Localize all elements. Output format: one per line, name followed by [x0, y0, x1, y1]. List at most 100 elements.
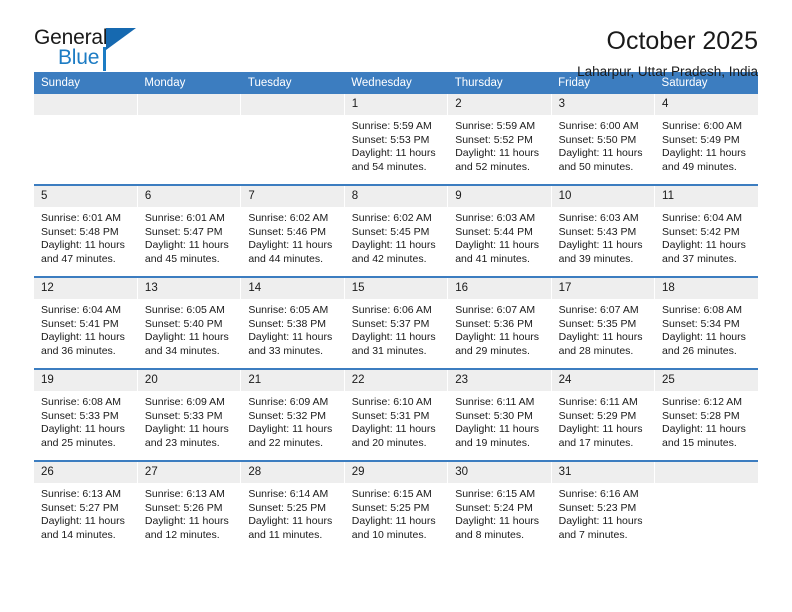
daylight-text-line1: Daylight: 11 hours: [662, 423, 746, 435]
daylight-text-line2: and 37 minutes.: [662, 252, 737, 265]
sunset-text: Sunset: 5:42 PM: [662, 225, 740, 238]
daylight-text-line1: Daylight: 11 hours: [558, 515, 643, 527]
daylight-text-line1: Daylight: 11 hours: [248, 423, 333, 435]
calendar-day-cell[interactable]: 6 Sunrise: 6:01 AM Sunset: 5:47 PM Daylight…: [136, 184, 241, 277]
day-details: Sunrise: 6:03 AM Sunset: 5:43 PM Daylight:…: [552, 207, 654, 266]
calendar-week-row: 12 Sunrise: 6:04 AM Sunset: 5:41 PM Dayligh…: [34, 276, 758, 369]
calendar-day-cell[interactable]: 4 Sunrise: 6:00 AM Sunset: 5:49 PM Daylight…: [654, 94, 758, 185]
calendar-day-cell[interactable]: 2 Sunrise: 5:59 AM Sunset: 5:52 PM Daylight…: [447, 94, 552, 185]
daylight-text-line1: Daylight: 11 hours: [41, 423, 125, 435]
day-number: 1: [344, 94, 448, 115]
weekday-header-wednesday: Wednesday: [344, 72, 448, 94]
calendar-day-cell[interactable]: 22 Sunrise: 6:10 AM Sunset: 5:31 PM Dayligh…: [343, 368, 448, 461]
calendar-day-cell[interactable]: 28 Sunrise: 6:14 AM Sunset: 5:25 PM Dayligh…: [240, 460, 345, 552]
day-details: Sunrise: 6:02 AM Sunset: 5:46 PM Daylight:…: [241, 207, 343, 266]
calendar-cell-inner: 6 Sunrise: 6:01 AM Sunset: 5:47 PM Daylight…: [137, 186, 241, 276]
daylight-text-line2: and 20 minutes.: [351, 436, 427, 449]
day-details: Sunrise: 6:08 AM Sunset: 5:33 PM Daylight:…: [34, 391, 137, 450]
sunrise-text: Sunrise: 6:05 AM: [144, 304, 225, 316]
calendar-day-cell[interactable]: 21 Sunrise: 6:09 AM Sunset: 5:32 PM Dayligh…: [240, 368, 345, 461]
sunset-text: Sunset: 5:41 PM: [41, 317, 119, 330]
sunset-text: Sunset: 5:36 PM: [455, 317, 533, 330]
day-details: Sunrise: 5:59 AM Sunset: 5:53 PM Daylight:…: [345, 115, 447, 174]
calendar-cell-inner: 28 Sunrise: 6:14 AM Sunset: 5:25 PM Dayligh…: [241, 462, 344, 552]
day-number: 24: [551, 370, 655, 391]
calendar-cell-inner: 8 Sunrise: 6:02 AM Sunset: 5:45 PM Daylight…: [344, 186, 448, 276]
day-number: 14: [241, 278, 344, 299]
calendar-day-cell[interactable]: 23 Sunrise: 6:11 AM Sunset: 5:30 PM Dayligh…: [447, 368, 552, 461]
sunrise-text: Sunrise: 6:09 AM: [144, 396, 225, 408]
calendar-day-cell[interactable]: 16 Sunrise: 6:07 AM Sunset: 5:36 PM Dayligh…: [447, 276, 552, 369]
daylight-text-line2: and 12 minutes.: [144, 528, 220, 541]
calendar-cell-inner: 17 Sunrise: 6:07 AM Sunset: 5:35 PM Dayligh…: [551, 278, 655, 368]
day-number: 19: [34, 370, 137, 391]
day-details: Sunrise: 6:09 AM Sunset: 5:32 PM Daylight:…: [241, 391, 343, 450]
logo-triangle-icon: [106, 28, 136, 50]
page-header: General Blue October 2025 Laharpur, Utta…: [34, 0, 759, 79]
calendar-day-cell[interactable]: 26 Sunrise: 6:13 AM Sunset: 5:27 PM Dayligh…: [34, 460, 138, 552]
calendar-cell-inner: 26 Sunrise: 6:13 AM Sunset: 5:27 PM Dayligh…: [34, 462, 137, 552]
sunset-text: Sunset: 5:29 PM: [558, 409, 637, 422]
calendar-week-row: 1 Sunrise: 5:59 AM Sunset: 5:53 PM Daylight…: [34, 94, 758, 185]
calendar-day-cell[interactable]: 24 Sunrise: 6:11 AM Sunset: 5:29 PM Dayligh…: [550, 368, 655, 461]
daylight-text-line2: and 7 minutes.: [558, 528, 628, 541]
sunrise-text: Sunrise: 6:01 AM: [144, 212, 225, 224]
calendar-day-cell[interactable]: 3 Sunrise: 6:00 AM Sunset: 5:50 PM Daylight…: [550, 94, 655, 185]
calendar-cell-inner: 29 Sunrise: 6:15 AM Sunset: 5:25 PM Dayligh…: [344, 462, 448, 552]
sunrise-text: Sunrise: 6:00 AM: [558, 120, 639, 132]
calendar-day-cell[interactable]: 14 Sunrise: 6:05 AM Sunset: 5:38 PM Dayligh…: [240, 276, 345, 369]
sunrise-text: Sunrise: 6:05 AM: [248, 304, 329, 316]
calendar-day-cell[interactable]: 15 Sunrise: 6:06 AM Sunset: 5:37 PM Dayligh…: [343, 276, 448, 369]
sunrise-text: Sunrise: 6:07 AM: [558, 304, 639, 316]
calendar-day-cell[interactable]: 12 Sunrise: 6:04 AM Sunset: 5:41 PM Dayligh…: [34, 276, 138, 369]
calendar-day-cell[interactable]: 27 Sunrise: 6:13 AM Sunset: 5:26 PM Dayligh…: [136, 460, 241, 552]
calendar-cell-inner: 30 Sunrise: 6:15 AM Sunset: 5:24 PM Dayligh…: [448, 462, 551, 552]
calendar-cell-inner: 24 Sunrise: 6:11 AM Sunset: 5:29 PM Dayligh…: [551, 370, 655, 460]
calendar-cell-inner: 25 Sunrise: 6:12 AM Sunset: 5:28 PM Dayligh…: [655, 370, 758, 460]
sunrise-text: Sunrise: 5:59 AM: [455, 120, 536, 132]
day-details: Sunrise: 6:12 AM Sunset: 5:28 PM Daylight:…: [655, 391, 758, 450]
sunrise-text: Sunrise: 6:12 AM: [662, 396, 742, 408]
daylight-text-line1: Daylight: 11 hours: [662, 239, 746, 251]
daylight-text-line2: and 8 minutes.: [455, 528, 525, 541]
calendar-day-cell[interactable]: 11 Sunrise: 6:04 AM Sunset: 5:42 PM Dayligh…: [654, 184, 758, 277]
daylight-text-line1: Daylight: 11 hours: [558, 331, 643, 343]
day-number: 22: [344, 370, 448, 391]
calendar-day-cell[interactable]: 31 Sunrise: 6:16 AM Sunset: 5:23 PM Dayligh…: [550, 460, 655, 552]
daylight-text-line1: Daylight: 11 hours: [351, 331, 436, 343]
sunrise-text: Sunrise: 6:02 AM: [248, 212, 329, 224]
calendar-day-cell[interactable]: 19 Sunrise: 6:08 AM Sunset: 5:33 PM Dayligh…: [34, 368, 138, 461]
calendar-day-cell[interactable]: 29 Sunrise: 6:15 AM Sunset: 5:25 PM Dayligh…: [343, 460, 448, 552]
general-blue-logo[interactable]: General Blue: [34, 26, 144, 74]
calendar-day-cell[interactable]: 25 Sunrise: 6:12 AM Sunset: 5:28 PM Dayligh…: [654, 368, 758, 461]
calendar-cell-inner: 5 Sunrise: 6:01 AM Sunset: 5:48 PM Daylight…: [34, 186, 137, 276]
calendar-day-cell[interactable]: 1 Sunrise: 5:59 AM Sunset: 5:53 PM Daylight…: [343, 94, 448, 185]
day-details: Sunrise: 6:13 AM Sunset: 5:27 PM Daylight:…: [34, 483, 137, 542]
calendar-day-cell[interactable]: 8 Sunrise: 6:02 AM Sunset: 5:45 PM Daylight…: [343, 184, 448, 277]
sunrise-text: Sunrise: 5:59 AM: [351, 120, 432, 132]
day-number: [241, 94, 344, 115]
calendar-week-row: 19 Sunrise: 6:08 AM Sunset: 5:33 PM Dayligh…: [34, 368, 758, 461]
day-details: Sunrise: 6:03 AM Sunset: 5:44 PM Daylight:…: [448, 207, 550, 266]
day-details: Sunrise: 6:07 AM Sunset: 5:35 PM Daylight:…: [552, 299, 654, 358]
sunrise-text: Sunrise: 6:10 AM: [351, 396, 432, 408]
calendar-day-cell[interactable]: 10 Sunrise: 6:03 AM Sunset: 5:43 PM Dayligh…: [550, 184, 655, 277]
calendar-day-cell[interactable]: 18 Sunrise: 6:08 AM Sunset: 5:34 PM Dayligh…: [654, 276, 758, 369]
day-number: 26: [34, 462, 137, 483]
day-number: 10: [551, 186, 655, 207]
calendar-day-cell[interactable]: 5 Sunrise: 6:01 AM Sunset: 5:48 PM Daylight…: [34, 184, 138, 277]
month-calendar: Sunday Monday Tuesday Wednesday Thursday…: [34, 72, 758, 552]
calendar-day-cell[interactable]: 9 Sunrise: 6:03 AM Sunset: 5:44 PM Daylight…: [447, 184, 552, 277]
calendar-day-cell[interactable]: 7 Sunrise: 6:02 AM Sunset: 5:46 PM Daylight…: [240, 184, 345, 277]
calendar-day-cell[interactable]: 17 Sunrise: 6:07 AM Sunset: 5:35 PM Dayligh…: [550, 276, 655, 369]
daylight-text-line1: Daylight: 11 hours: [351, 423, 436, 435]
sunset-text: Sunset: 5:24 PM: [455, 501, 533, 514]
sunrise-text: Sunrise: 6:02 AM: [351, 212, 432, 224]
daylight-text-line2: and 34 minutes.: [144, 344, 220, 357]
calendar-day-cell[interactable]: 13 Sunrise: 6:05 AM Sunset: 5:40 PM Dayligh…: [136, 276, 241, 369]
day-number: [34, 94, 137, 115]
calendar-day-cell[interactable]: 30 Sunrise: 6:15 AM Sunset: 5:24 PM Dayligh…: [447, 460, 552, 552]
page-title: October 2025: [606, 27, 759, 55]
calendar-day-cell[interactable]: 20 Sunrise: 6:09 AM Sunset: 5:33 PM Dayligh…: [136, 368, 241, 461]
day-details: Sunrise: 6:09 AM Sunset: 5:33 PM Daylight:…: [138, 391, 240, 450]
